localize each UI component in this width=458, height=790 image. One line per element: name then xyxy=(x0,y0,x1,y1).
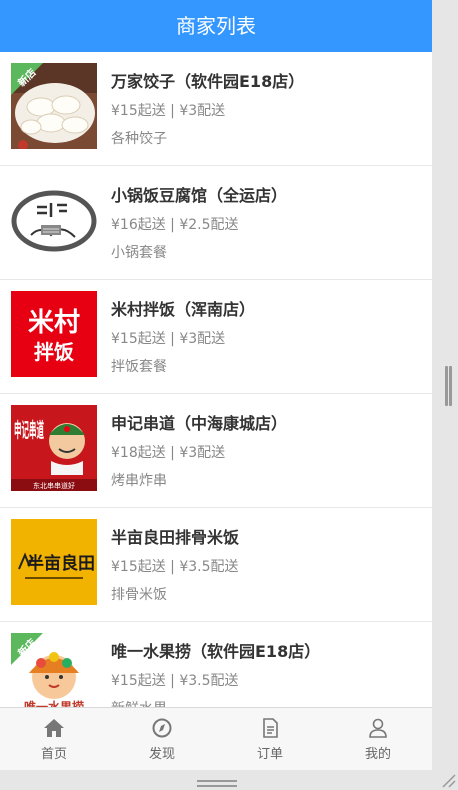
shop-description: 小锅套餐 xyxy=(111,245,167,261)
shop-thumbnail-banmu: 半亩良田 xyxy=(11,519,97,605)
tab-mine[interactable]: 我的 xyxy=(324,708,432,770)
shop-item[interactable]: 唯一水果捞 新店 唯一水果捞（软件园E18店） ¥15起送 | ¥3.5配送 新… xyxy=(0,622,432,707)
shenji-logo-slogan: 东北串串道好 xyxy=(33,481,75,490)
tab-orders-label: 订单 xyxy=(256,747,283,762)
home-icon xyxy=(0,718,108,740)
shop-name: 米村拌饭（浑南店） xyxy=(111,300,256,319)
page-title: 商家列表 xyxy=(176,14,256,38)
tab-mine-label: 我的 xyxy=(364,747,391,762)
shop-description: 烤串炸串 xyxy=(111,473,167,489)
shop-thumbnail-micun: 米村 拌饭 xyxy=(11,291,97,377)
fruit-logo-text: 唯一水果捞 xyxy=(24,699,84,707)
tab-home-label: 首页 xyxy=(40,747,67,762)
shop-thumbnail-xiaoguofan xyxy=(11,177,97,263)
side-resize-handle[interactable] xyxy=(445,366,452,406)
tab-orders[interactable]: 订单 xyxy=(216,708,324,770)
shop-name: 唯一水果捞（软件园E18店） xyxy=(111,642,321,661)
tab-discover-label: 发现 xyxy=(148,747,175,762)
shop-name: 万家饺子（软件园E18店） xyxy=(111,72,305,91)
shop-item[interactable]: 申记串道 东北串串道好 申记串道（中海康城店） ¥18起送 | ¥3配送 烤串炸… xyxy=(0,394,432,508)
shop-item[interactable]: 新店 万家饺子（软件园E18店） ¥15起送 | ¥3配送 各种饺子 xyxy=(0,52,432,166)
shenji-logo-title: 申记串道 xyxy=(14,418,44,442)
shop-name: 小锅饭豆腐馆（全运店） xyxy=(111,186,288,205)
shop-item[interactable]: 半亩良田 半亩良田排骨米饭 ¥15起送 | ¥3.5配送 排骨米饭 xyxy=(0,508,432,622)
shop-thumbnail-shenji: 申记串道 东北串串道好 xyxy=(11,405,97,491)
user-icon xyxy=(324,718,432,740)
micun-logo-line1: 米村 xyxy=(28,308,80,338)
micun-logo-line2: 拌饭 xyxy=(34,340,74,364)
shop-item[interactable]: 小锅饭豆腐馆（全运店） ¥16起送 | ¥2.5配送 小锅套餐 xyxy=(0,166,432,280)
shop-description: 拌饭套餐 xyxy=(111,359,167,375)
shop-delivery-info: ¥18起送 | ¥3配送 xyxy=(111,445,226,461)
bottom-resize-handle[interactable] xyxy=(197,780,237,788)
order-icon xyxy=(216,718,324,740)
shop-name: 半亩良田排骨米饭 xyxy=(111,528,240,547)
bottom-tabbar: 首页 发现 订单 我的 xyxy=(0,707,432,770)
shop-thumbnail-fruit: 唯一水果捞 新店 xyxy=(11,633,97,707)
shop-description: 排骨米饭 xyxy=(111,587,167,603)
shop-delivery-info: ¥15起送 | ¥3.5配送 xyxy=(111,673,239,689)
shop-delivery-info: ¥15起送 | ¥3配送 xyxy=(111,331,226,347)
shop-thumbnail-dumplings: 新店 xyxy=(11,63,97,149)
page-header: 商家列表 xyxy=(0,0,432,52)
corner-resize-handle[interactable] xyxy=(440,772,456,788)
shop-description: 新鲜水果 xyxy=(111,699,424,707)
shop-delivery-info: ¥15起送 | ¥3.5配送 xyxy=(111,559,239,575)
shop-delivery-info: ¥16起送 | ¥2.5配送 xyxy=(111,217,239,233)
tab-discover[interactable]: 发现 xyxy=(108,708,216,770)
shop-description: 各种饺子 xyxy=(111,131,167,147)
banmu-logo-text: 半亩良田 xyxy=(27,553,95,574)
tab-home[interactable]: 首页 xyxy=(0,708,108,770)
shop-delivery-info: ¥15起送 | ¥3配送 xyxy=(111,103,226,119)
shop-list[interactable]: 新店 万家饺子（软件园E18店） ¥15起送 | ¥3配送 各种饺子 小锅饭豆腐… xyxy=(0,52,432,707)
shop-item[interactable]: 米村 拌饭 米村拌饭（浑南店） ¥15起送 | ¥3配送 拌饭套餐 xyxy=(0,280,432,394)
compass-icon xyxy=(108,718,216,740)
app-window: 商家列表 新店 万家饺子（软件园E18店） ¥15起送 | ¥3配送 各种饺子 … xyxy=(0,0,432,770)
shop-name: 申记串道（中海康城店） xyxy=(111,414,288,433)
